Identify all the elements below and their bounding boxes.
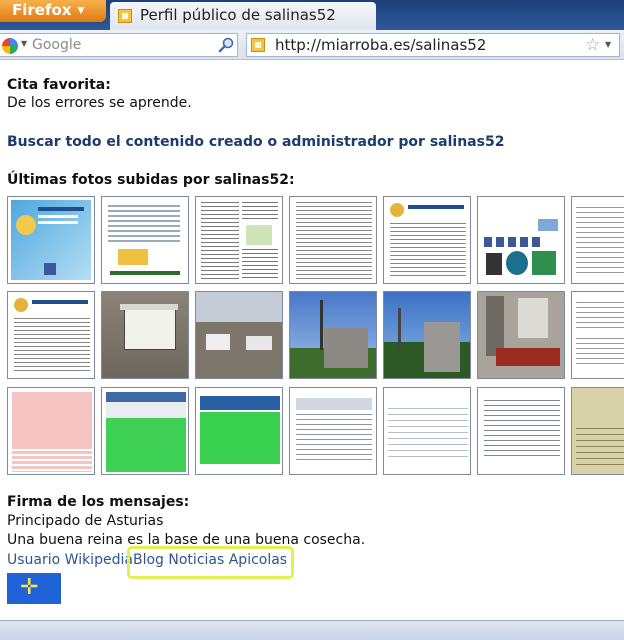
firefox-menu-label: Firefox xyxy=(12,1,72,19)
photo-thumbnail[interactable] xyxy=(383,291,471,379)
url-text[interactable]: http://miarroba.es/salinas52 xyxy=(275,36,486,54)
photo-thumbnail[interactable] xyxy=(7,387,95,475)
bookmark-star-icon[interactable]: ☆ xyxy=(585,35,600,55)
page-favicon-icon xyxy=(118,9,132,23)
tab-bar: Firefox ▼ Perfil público de salinas52 xyxy=(0,0,624,30)
search-content-link[interactable]: Buscar todo el contenido creado o admini… xyxy=(7,134,504,150)
bottom-bar xyxy=(0,620,624,640)
asturias-flag-image: ✛ xyxy=(7,573,61,604)
quote-heading: Cita favorita: xyxy=(7,77,111,93)
wikipedia-user-link[interactable]: Usuario Wikipedia xyxy=(7,552,133,568)
search-icon[interactable] xyxy=(218,37,234,53)
tab-active[interactable]: Perfil público de salinas52 xyxy=(110,2,376,30)
address-bar[interactable]: http://miarroba.es/salinas52 ☆ ▼ xyxy=(246,33,620,57)
photo-thumbnail[interactable] xyxy=(101,387,189,475)
photo-thumbnail[interactable] xyxy=(477,291,565,379)
chevron-down-icon: ▼ xyxy=(77,5,85,16)
firefox-menu-button[interactable]: Firefox ▼ xyxy=(0,0,106,22)
google-icon[interactable] xyxy=(2,38,18,54)
search-bar[interactable]: ▼ xyxy=(0,33,238,57)
photo-thumbnail[interactable] xyxy=(383,196,471,284)
profile-page: Cita favorita: De los errores se aprende… xyxy=(0,60,624,620)
signature-heading: Firma de los mensajes: xyxy=(7,494,190,510)
photo-thumbnail[interactable] xyxy=(383,387,471,475)
quote-text: De los errores se aprende. xyxy=(7,95,192,111)
photo-thumbnail[interactable] xyxy=(289,291,377,379)
site-favicon-icon xyxy=(251,38,265,52)
chevron-down-icon[interactable]: ▼ xyxy=(21,39,27,48)
photo-thumbnail[interactable] xyxy=(195,387,283,475)
photo-thumbnail[interactable] xyxy=(7,196,95,284)
photo-thumbnail[interactable] xyxy=(195,196,283,284)
photo-thumbnail[interactable] xyxy=(477,196,565,284)
photo-thumbnail[interactable] xyxy=(571,196,624,284)
navigation-bar: ▼ http://miarroba.es/salinas52 ☆ ▼ xyxy=(0,30,624,60)
photo-thumbnail[interactable] xyxy=(289,387,377,475)
search-input[interactable] xyxy=(32,36,212,54)
chevron-down-icon[interactable]: ▼ xyxy=(605,40,611,49)
photo-thumbnail[interactable] xyxy=(101,291,189,379)
cross-icon: ✛ xyxy=(20,575,39,600)
signature-line: Principado de Asturias xyxy=(7,513,164,529)
photo-thumbnail[interactable] xyxy=(477,387,565,475)
highlight-box xyxy=(127,546,294,579)
photo-thumbnail[interactable] xyxy=(195,291,283,379)
photo-thumbnail[interactable] xyxy=(571,387,624,475)
photo-thumbnail[interactable] xyxy=(289,196,377,284)
tab-title: Perfil público de salinas52 xyxy=(140,6,336,24)
photo-thumbnail[interactable] xyxy=(101,196,189,284)
photos-heading: Últimas fotos subidas por salinas52: xyxy=(7,172,295,188)
photo-grid xyxy=(7,196,624,488)
photo-thumbnail[interactable] xyxy=(571,291,624,379)
photo-thumbnail[interactable] xyxy=(7,291,95,379)
